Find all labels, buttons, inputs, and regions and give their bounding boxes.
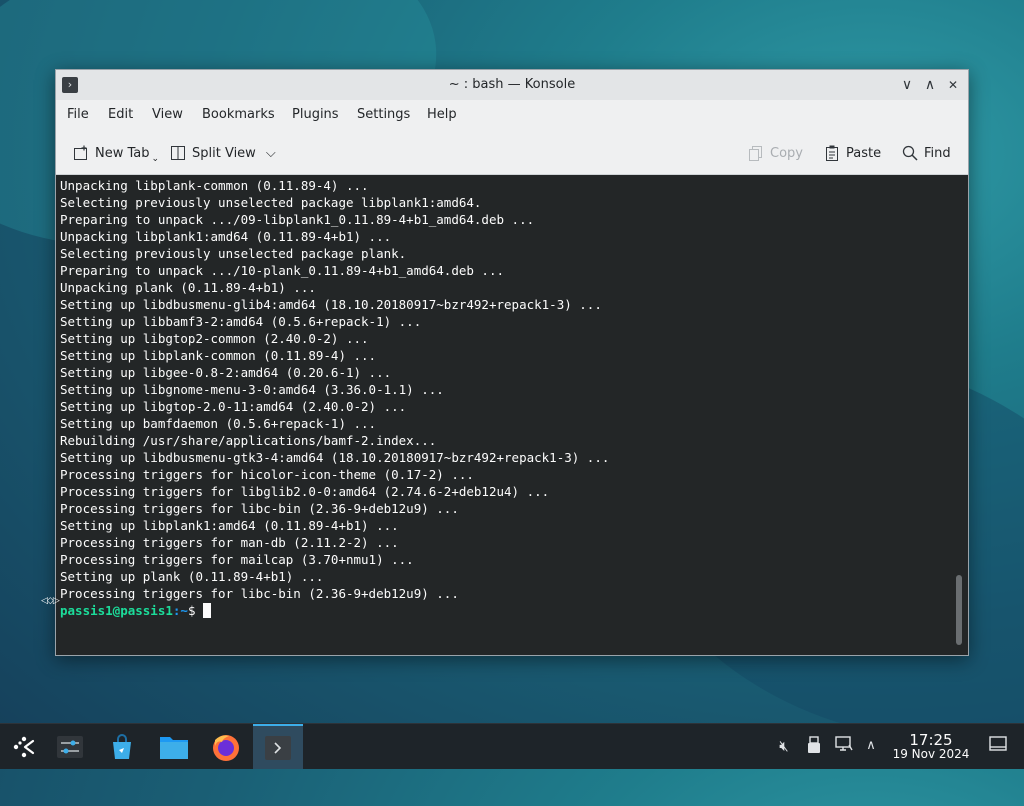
maximize-button[interactable]: ∧: [921, 76, 939, 94]
copy-icon: [749, 146, 762, 161]
new-tab-label: New Tab: [95, 145, 150, 161]
discover-icon: [113, 733, 131, 759]
firefox-icon: [213, 734, 239, 761]
terminal-line: Setting up libplank-common (0.11.89-4) .…: [60, 348, 377, 363]
terminal-line: Setting up libdbusmenu-glib4:amd64 (18.1…: [60, 297, 602, 312]
chevron-down-icon[interactable]: ⌄: [152, 154, 160, 164]
prompt-path: :~: [172, 603, 188, 618]
terminal-line: Processing triggers for libc-bin (2.36-9…: [60, 586, 459, 601]
terminal-line: Preparing to unpack .../10-plank_0.11.89…: [60, 263, 505, 278]
copy-label: Copy: [770, 145, 803, 161]
scrollbar[interactable]: [956, 575, 962, 645]
app-launcher-button[interactable]: [0, 724, 48, 769]
new-tab-button[interactable]: New Tab ⌄: [73, 142, 159, 164]
file-manager-icon: [160, 736, 188, 759]
terminal-line: Unpacking libplank1:amd64 (0.11.89-4+b1)…: [60, 229, 392, 244]
prompt-line: passis1@passis1:~$: [60, 602, 609, 619]
text-cursor: [203, 603, 212, 618]
terminal-line: Setting up libdbusmenu-gtk3-4:amd64 (18.…: [60, 450, 610, 465]
konsole-window: › ~ : bash — Konsole ∨ ∧ ✕ File Edit Vie…: [55, 69, 969, 656]
terminal-line: Unpacking plank (0.11.89-4+b1) ...: [60, 280, 316, 295]
terminal-line: Selecting previously unselected package …: [60, 195, 482, 210]
split-view-icon: [171, 146, 185, 160]
system-settings-button[interactable]: [46, 724, 94, 769]
paste-label: Paste: [846, 145, 882, 161]
taskbar: 🔇︎ ∧: [0, 723, 1024, 769]
file-manager-button[interactable]: [150, 724, 198, 769]
volume-muted-icon[interactable]: 🔇︎: [774, 736, 794, 756]
menu-bookmarks[interactable]: Bookmarks: [202, 107, 275, 122]
terminal-line: Rebuilding /usr/share/applications/bamf-…: [60, 433, 437, 448]
terminal-line: Processing triggers for mailcap (3.70+nm…: [60, 552, 414, 567]
paste-button[interactable]: Paste: [824, 142, 881, 164]
terminal-line: Processing triggers for libglib2.0-0:amd…: [60, 484, 550, 499]
prompt-user: passis1@passis1: [60, 603, 173, 618]
terminal-line: Preparing to unpack .../09-libplank1_0.1…: [60, 212, 535, 227]
usb-icon[interactable]: [804, 736, 824, 756]
minimize-button[interactable]: ∨: [898, 76, 916, 94]
network-icon[interactable]: [834, 736, 854, 756]
konsole-task-button[interactable]: [253, 724, 303, 769]
prompt-symbol: $: [187, 603, 204, 618]
terminal-line: Setting up plank (0.11.89-4+b1) ...: [60, 569, 324, 584]
show-desktop-icon[interactable]: [988, 736, 1008, 756]
konsole-icon: [265, 735, 291, 760]
terminal-line: Processing triggers for man-db (2.11.2-2…: [60, 535, 399, 550]
menu-plugins[interactable]: Plugins: [292, 107, 339, 122]
menu-settings[interactable]: Settings: [357, 107, 410, 122]
terminal-line: Processing triggers for libc-bin (2.36-9…: [60, 501, 459, 516]
terminal-line: Setting up libgnome-menu-3-0:amd64 (3.36…: [60, 382, 444, 397]
terminal-view[interactable]: Unpacking libplank-common (0.11.89-4) ..…: [56, 175, 968, 655]
terminal-line: Processing triggers for hicolor-icon-the…: [60, 467, 474, 482]
new-tab-icon: [74, 145, 87, 160]
find-label: Find: [924, 145, 951, 161]
menu-edit[interactable]: Edit: [108, 107, 133, 122]
terminal-line: Selecting previously unselected package …: [60, 246, 407, 261]
paste-icon: [826, 145, 838, 161]
menu-file[interactable]: File: [67, 107, 89, 122]
resize-handle-icon[interactable]: ◁◇▷: [41, 596, 60, 606]
terminal-line: Unpacking libplank-common (0.11.89-4) ..…: [60, 178, 369, 193]
terminal-line: Setting up libgee-0.8-2:amd64 (0.20.6-1)…: [60, 365, 392, 380]
terminal-line: Setting up bamfdaemon (0.5.6+repack-1) .…: [60, 416, 377, 431]
terminal-line: Setting up libplank1:amd64 (0.11.89-4+b1…: [60, 518, 399, 533]
system-settings-icon: [57, 735, 83, 758]
window-title: ~ : bash — Konsole: [448, 77, 576, 92]
firefox-button[interactable]: [202, 724, 250, 769]
split-view-label: Split View: [192, 145, 256, 161]
menu-help[interactable]: Help: [427, 107, 457, 122]
copy-button[interactable]: Copy: [748, 142, 803, 164]
tray-expand-icon[interactable]: ∧: [861, 736, 881, 756]
find-icon: [902, 145, 918, 161]
terminal-line: Setting up libgtop2-common (2.40.0-2) ..…: [60, 331, 369, 346]
title-bar[interactable]: › ~ : bash — Konsole ∨ ∧ ✕: [56, 70, 968, 100]
discover-button[interactable]: [98, 724, 146, 769]
terminal-output: Unpacking libplank-common (0.11.89-4) ..…: [60, 177, 609, 619]
app-launcher-icon: [13, 736, 35, 757]
terminal-line: Setting up libbamf3-2:amd64 (0.5.6+repac…: [60, 314, 422, 329]
terminal-line: Setting up libgtop-2.0-11:amd64 (2.40.0-…: [60, 399, 407, 414]
find-button[interactable]: Find: [902, 142, 951, 164]
chevron-down-icon[interactable]: ⌵: [266, 146, 276, 161]
split-view-button[interactable]: Split View ⌵: [170, 142, 276, 164]
clock-date[interactable]: 19 Nov 2024: [890, 747, 972, 761]
menu-view[interactable]: View: [152, 107, 183, 122]
toolbar: New Tab ⌄ Split View ⌵ Copy Paste Find: [56, 132, 968, 175]
menu-bar: File Edit View Bookmarks Plugins Setting…: [56, 100, 968, 130]
close-button[interactable]: ✕: [944, 76, 962, 94]
